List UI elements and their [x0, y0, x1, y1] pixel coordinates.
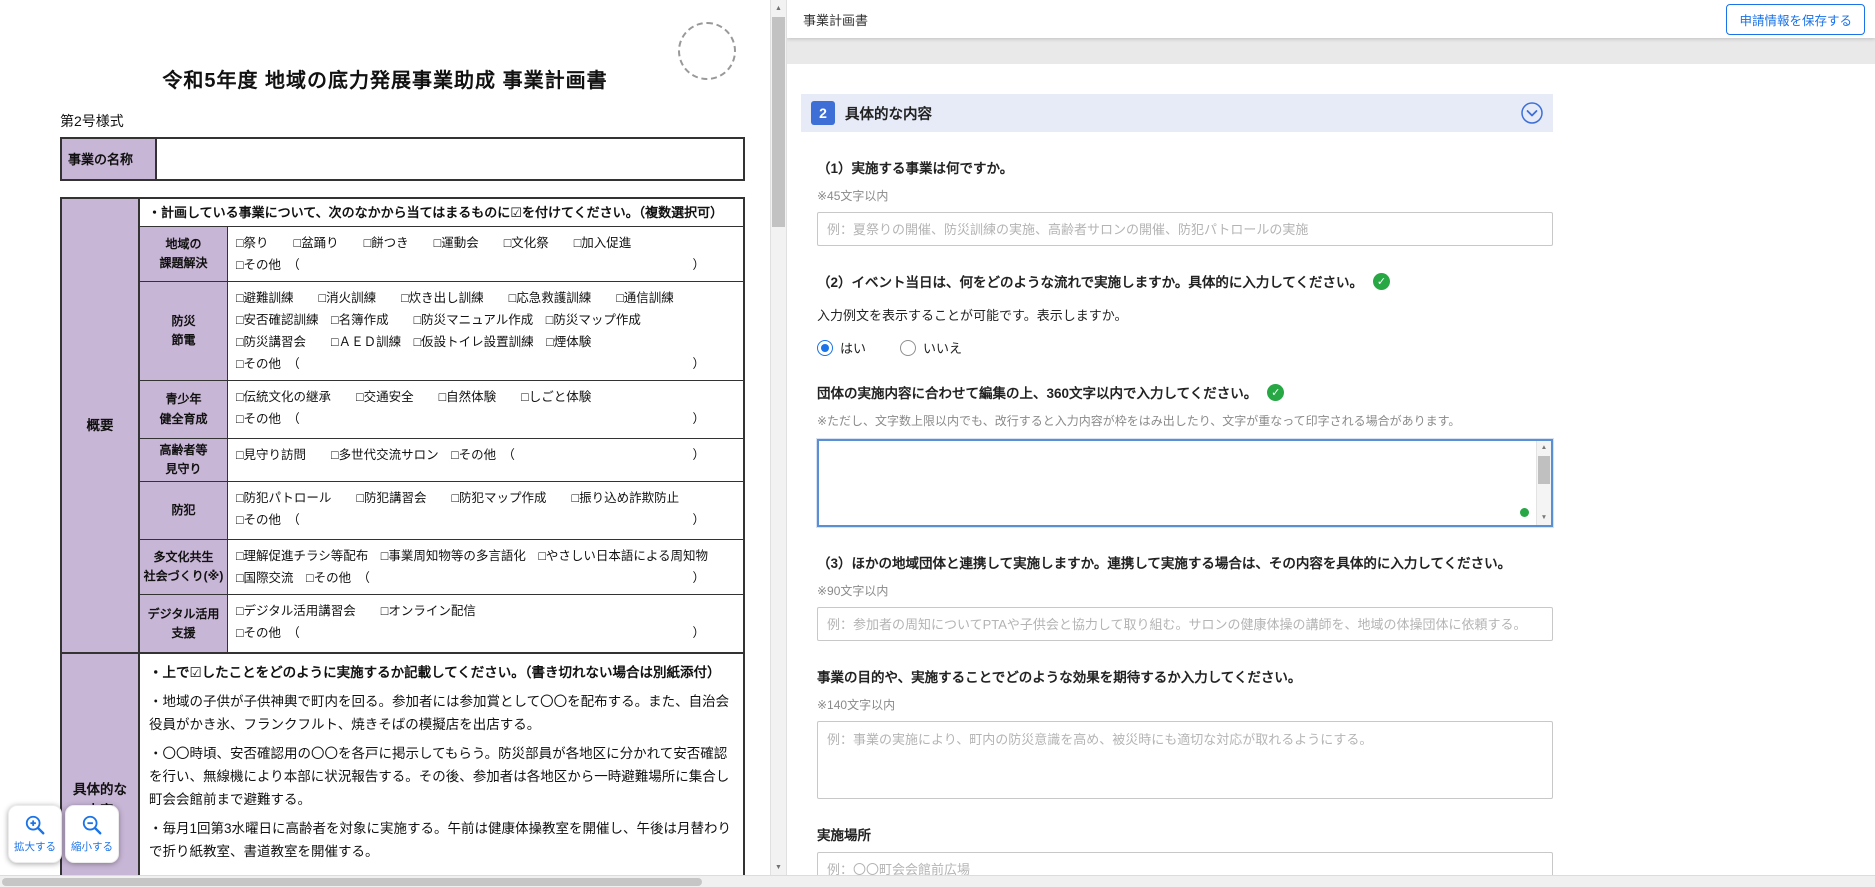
category-options: □伝統文化の継承 □交通安全 □自然体験 □しごと体験□その他 （）: [228, 380, 743, 438]
category-label: 地域の 課題解決: [140, 226, 228, 281]
panel-title: 事業計画書: [803, 10, 868, 29]
questions-container: （1）実施する事業は何ですか。 ※45文字以内 （2）イベント当日は、何をどのよ…: [801, 157, 1553, 875]
section-2-header: 2 具体的な内容: [801, 94, 1553, 132]
category-label: 青少年 健全育成: [140, 380, 228, 438]
textarea-scrollbar[interactable]: ▲ ▼: [1536, 441, 1551, 525]
scroll-up-icon[interactable]: ▲: [771, 0, 786, 16]
overview-instruction: ・計画している事業について、次のなかから当てはまるものに☑を付けてください。（複…: [140, 199, 743, 226]
detail-paragraph: ・〇〇時頃、安否確認用の〇〇を各戸に掲示してもらう。防災部員が各地区に分かれて安…: [149, 742, 734, 811]
category-label: 多文化共生 社会づくり(※): [140, 539, 228, 594]
project-name-value: [157, 139, 743, 179]
implementation-cell: ・上で☑したことをどのように実施するか記載してください。（書き切れない場合は別紙…: [140, 652, 743, 875]
category-label: 防災 節電: [140, 281, 228, 380]
category-options: □デジタル活用講習会 □オンライン配信□その他 （）: [228, 594, 743, 652]
radio-yes-label: はい: [840, 338, 866, 357]
panel-header: 事業計画書 申請情報を保存する: [787, 0, 1875, 38]
category-options: □祭り □盆踊り □餅つき □運動会 □文化祭 □加入促進□その他 （）: [228, 226, 743, 281]
purpose-limit: ※140文字以内: [817, 696, 1553, 713]
radio-option-no[interactable]: いいえ: [900, 338, 962, 357]
zoom-out-icon: [81, 814, 103, 836]
question-1-label: （1）実施する事業は何ですか。: [817, 157, 1553, 177]
check-icon: ✓: [1267, 384, 1284, 401]
section-title: 具体的な内容: [845, 103, 932, 124]
category-label: 防犯: [140, 481, 228, 539]
overview-grid: 概要 ・計画している事業について、次のなかから当てはまるものに☑を付けてください…: [60, 197, 745, 875]
zoom-in-icon: [24, 814, 46, 836]
radio-yes-icon[interactable]: [817, 340, 833, 356]
radio-option-yes[interactable]: はい: [817, 338, 866, 357]
purpose-label: 事業の目的や、実施することでどのような効果を期待するか入力してください。: [817, 666, 1553, 686]
question-2-subtext: 入力例文を表示することが可能です。表示しますか。: [817, 305, 1553, 324]
textarea-scroll-down-icon[interactable]: ▼: [1537, 511, 1551, 525]
purpose-textarea[interactable]: [817, 721, 1553, 799]
form-column: 2 具体的な内容 （1）実施する事業は何ですか。 ※45文字以内: [801, 94, 1553, 875]
zoom-in-label: 拡大する: [14, 839, 56, 854]
detail-instruction: ・上で☑したことをどのように実施するか記載してください。（書き切れない場合は別紙…: [149, 661, 734, 684]
document-preview-pane: 令和5年度 地域の底力発展事業助成 事業計画書 第2号様式 事業の名称 概要 ・…: [0, 0, 770, 875]
question-3-label: （3）ほかの地域団体と連携して実施しますか。連携して実施する場合は、その内容を具…: [817, 552, 1553, 572]
left-pane-scrollbar[interactable]: ▲ ▼: [770, 0, 787, 875]
collapse-section-button[interactable]: [1521, 102, 1543, 124]
category-options: □見守り訪問 □多世代交流サロン □その他 （）: [228, 438, 743, 481]
scroll-down-icon[interactable]: ▼: [771, 859, 786, 875]
section-number-badge: 2: [811, 101, 835, 125]
app-window: 令和5年度 地域の底力発展事業助成 事業計画書 第2号様式 事業の名称 概要 ・…: [0, 0, 1875, 875]
form-scroll-area: 2 具体的な内容 （1）実施する事業は何ですか。 ※45文字以内: [787, 64, 1875, 875]
save-button[interactable]: 申請情報を保存する: [1726, 4, 1865, 35]
status-dot-icon: [1520, 508, 1529, 517]
edit-textarea-note: ※ただし、文字数上限以内でも、改行すると入力内容が枠をはみ出したり、文字が重なっ…: [817, 412, 1553, 429]
stamp-circle: [678, 22, 736, 80]
textarea-scroll-up-icon[interactable]: ▲: [1537, 441, 1551, 455]
zoom-in-button[interactable]: 拡大する: [8, 805, 62, 863]
category-label: デジタル活用 支援: [140, 594, 228, 652]
check-icon: ✓: [1373, 273, 1390, 290]
flow-description-textarea[interactable]: ▲ ▼: [817, 439, 1553, 527]
zoom-controls: 拡大する 縮小する: [8, 805, 119, 863]
textarea-scrollbar-thumb[interactable]: [1538, 456, 1550, 484]
question-3-input[interactable]: [817, 607, 1553, 641]
edit-textarea-label: 団体の実施内容に合わせて編集の上、360文字以内で入力してください。 ✓: [817, 382, 1553, 402]
header-gap-band: [787, 38, 1875, 64]
zoom-out-label: 縮小する: [71, 839, 113, 854]
project-name-label: 事業の名称: [62, 139, 157, 179]
detail-paragraph: ・毎月1回第3水曜日に高齢者を対象に実施する。午前は健康体操教室を開催し、午後は…: [149, 817, 734, 863]
detail-paragraph: ・地域の子供が子供神輿で町内を回る。参加者には参加賞として〇〇を配布する。また、…: [149, 690, 734, 736]
place-input[interactable]: [817, 852, 1553, 875]
horizontal-scrollbar-thumb[interactable]: [2, 878, 702, 886]
category-options: □避難訓練 □消火訓練 □炊き出し訓練 □応急救護訓練 □通信訓練□安否確認訓練…: [228, 281, 743, 380]
radio-no-icon[interactable]: [900, 340, 916, 356]
chevron-down-icon: [1521, 102, 1543, 124]
question-2-label: （2）イベント当日は、何をどのような流れで実施しますか。具体的に入力してください…: [817, 271, 1553, 291]
project-name-row: 事業の名称: [60, 137, 745, 181]
document-title: 令和5年度 地域の底力発展事業助成 事業計画書: [0, 64, 770, 93]
zoom-out-button[interactable]: 縮小する: [65, 805, 119, 863]
scrollbar-thumb[interactable]: [772, 17, 785, 227]
horizontal-scrollbar[interactable]: [0, 875, 1875, 887]
place-label: 実施場所: [817, 824, 1553, 844]
example-toggle-radio-group: はい いいえ: [817, 338, 1553, 357]
question-1-input[interactable]: [817, 212, 1553, 246]
question-3-limit: ※90文字以内: [817, 582, 1553, 599]
category-options: □防犯パトロール □防犯講習会 □防犯マップ作成 □振り込め詐欺防止□その他 （…: [228, 481, 743, 539]
overview-label: 概要: [62, 199, 140, 652]
question-1-limit: ※45文字以内: [817, 187, 1553, 204]
category-label: 高齢者等 見守り: [140, 438, 228, 481]
form-pane: 事業計画書 申請情報を保存する 2 具体的な内容: [787, 0, 1875, 875]
category-options: □理解促進チラシ等配布 □事業周知物等の多言語化 □やさしい日本語による周知物□…: [228, 539, 743, 594]
form-code-label: 第2号様式: [60, 111, 770, 131]
radio-no-label: いいえ: [923, 338, 962, 357]
